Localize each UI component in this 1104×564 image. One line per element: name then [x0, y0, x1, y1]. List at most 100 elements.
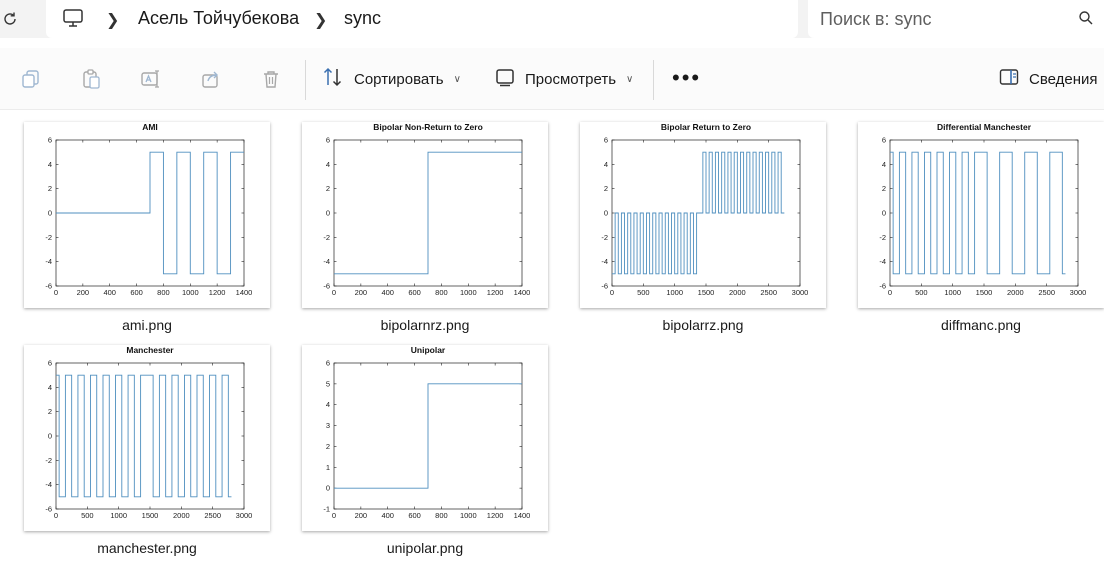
- y-tick-label: 6: [48, 136, 52, 145]
- this-pc-icon[interactable]: [62, 7, 84, 34]
- x-tick-label: 1000: [666, 288, 683, 297]
- chevron-down-icon: ∨: [453, 73, 461, 85]
- x-tick-label: 600: [130, 288, 143, 297]
- x-tick-label: 1400: [514, 511, 531, 520]
- x-tick-label: 400: [381, 511, 394, 520]
- x-tick-label: 400: [103, 288, 116, 297]
- x-tick-label: 0: [332, 511, 336, 520]
- y-tick-label: 4: [326, 400, 330, 409]
- y-tick-label: 2: [326, 184, 330, 193]
- x-tick-label: 500: [81, 511, 94, 520]
- x-tick-label: 3000: [1070, 288, 1087, 297]
- paste-icon[interactable]: [79, 67, 103, 91]
- thumbnail-image: Unipolar 0 200 400 600 800 1000 1200 1400 6 5 4 3 2 1 0…: [302, 345, 548, 531]
- x-tick-label: 800: [435, 511, 448, 520]
- breadcrumb-user-folder[interactable]: Асель Тойчубекова: [138, 8, 299, 29]
- y-tick-label: 0: [48, 432, 52, 441]
- address-row: ❯ Асель Тойчубекова ❯ sync: [0, 0, 1104, 38]
- x-tick-label: 0: [54, 288, 58, 297]
- x-tick-label: 2000: [729, 288, 746, 297]
- x-tick-label: 400: [381, 288, 394, 297]
- y-tick-label: 6: [326, 359, 330, 368]
- y-tick-label: -6: [879, 282, 886, 291]
- x-tick-label: 1200: [487, 511, 504, 520]
- y-tick-label: 4: [48, 383, 52, 392]
- x-tick-label: 200: [355, 511, 368, 520]
- share-icon[interactable]: [199, 67, 223, 91]
- x-tick-label: 200: [77, 288, 90, 297]
- x-tick-label: 1000: [182, 288, 199, 297]
- search-box[interactable]: [808, 0, 1104, 38]
- refresh-icon[interactable]: [0, 6, 20, 32]
- y-tick-label: 6: [326, 136, 330, 145]
- address-bar[interactable]: ❯ Асель Тойчубекова ❯ sync: [46, 0, 798, 38]
- rename-icon[interactable]: [139, 67, 163, 91]
- more-options-button[interactable]: •••: [672, 67, 701, 89]
- chart-title: Bipolar Return to Zero: [661, 122, 751, 132]
- y-tick-label: -6: [323, 282, 330, 291]
- chart-manchester: Manchester 0 500 1000 1500 2000 2500 3000 6 4 2 0 -2…: [45, 345, 253, 520]
- chart-differential-manchester: Differential Manchester 0 500 1000 1500 2000 2…: [879, 122, 1087, 297]
- copy-icon[interactable]: [19, 67, 43, 91]
- command-bar: Сортировать ∨ Просмотреть ∨ ••• Сведения: [0, 48, 1104, 110]
- chevron-down-icon: ∨: [626, 73, 634, 85]
- sort-button[interactable]: Сортировать ∨: [322, 66, 461, 92]
- view-label: Просмотреть: [525, 70, 617, 88]
- y-tick-label: -2: [601, 233, 608, 242]
- breadcrumb-chevron-icon[interactable]: ❯: [106, 10, 119, 30]
- y-tick-label: 4: [882, 160, 886, 169]
- thumbnail-image: AMI 0 200 400 600 800 1000 1200 1400 6 4 2 0 -2 -4 -6: [24, 122, 270, 308]
- x-tick-label: 1400: [236, 288, 253, 297]
- breadcrumb-sync-folder[interactable]: sync: [344, 8, 381, 29]
- x-tick-label: 2000: [1007, 288, 1024, 297]
- x-tick-label: 600: [408, 288, 421, 297]
- file-name: manchester.png: [97, 540, 197, 556]
- file-name: bipolarrz.png: [662, 317, 744, 333]
- y-tick-label: 0: [604, 209, 608, 218]
- y-tick-label: -4: [601, 257, 608, 266]
- y-tick-label: -2: [879, 233, 886, 242]
- search-input[interactable]: [820, 5, 1070, 33]
- file-name: ami.png: [122, 317, 172, 333]
- y-tick-label: 2: [326, 442, 330, 451]
- x-tick-label: 1000: [944, 288, 961, 297]
- file-grid: AMI 0 200 400 600 800 1000 1200 1400 6 4 2 0 -2 -4 -6 a…: [0, 110, 1104, 564]
- x-tick-label: 2000: [173, 511, 190, 520]
- y-tick-label: 3: [326, 421, 330, 430]
- x-tick-label: 800: [435, 288, 448, 297]
- x-tick-label: 1000: [460, 511, 477, 520]
- y-tick-label: 2: [604, 184, 608, 193]
- y-tick-label: -2: [323, 233, 330, 242]
- chart-title: Bipolar Non-Return to Zero: [373, 122, 483, 132]
- x-tick-label: 3000: [236, 511, 253, 520]
- thumbnail-image: Manchester 0 500 1000 1500 2000 2500 3000 6 4 2 0 -2…: [24, 345, 270, 531]
- details-label: Сведения: [1029, 70, 1098, 88]
- y-tick-label: 6: [604, 136, 608, 145]
- delete-icon[interactable]: [259, 67, 283, 91]
- x-tick-label: 0: [610, 288, 614, 297]
- file-name: diffmanc.png: [941, 317, 1021, 333]
- x-tick-label: 800: [157, 288, 170, 297]
- y-tick-label: 5: [326, 379, 330, 388]
- y-tick-label: -6: [45, 282, 52, 291]
- y-tick-label: -6: [45, 505, 52, 514]
- y-tick-label: 6: [48, 359, 52, 368]
- chart-title: Manchester: [126, 345, 174, 355]
- search-icon[interactable]: [1078, 10, 1094, 31]
- y-tick-label: 0: [326, 209, 330, 218]
- thumbnail-image: Differential Manchester 0 500 1000 1500 2000 2…: [858, 122, 1104, 308]
- breadcrumb-chevron-icon[interactable]: ❯: [314, 10, 327, 30]
- y-tick-label: 0: [326, 484, 330, 493]
- toolbar-divider: [305, 60, 306, 100]
- y-tick-label: 0: [882, 209, 886, 218]
- x-tick-label: 0: [54, 511, 58, 520]
- x-tick-label: 1200: [487, 288, 504, 297]
- details-pane-icon: [999, 68, 1019, 90]
- view-button[interactable]: Просмотреть ∨: [495, 66, 633, 92]
- y-tick-label: -2: [45, 233, 52, 242]
- x-tick-label: 1400: [514, 288, 531, 297]
- details-pane-button[interactable]: Сведения: [999, 66, 1098, 92]
- chart-title: Differential Manchester: [937, 122, 1032, 132]
- x-tick-label: 2500: [204, 511, 221, 520]
- y-tick-label: -4: [879, 257, 886, 266]
